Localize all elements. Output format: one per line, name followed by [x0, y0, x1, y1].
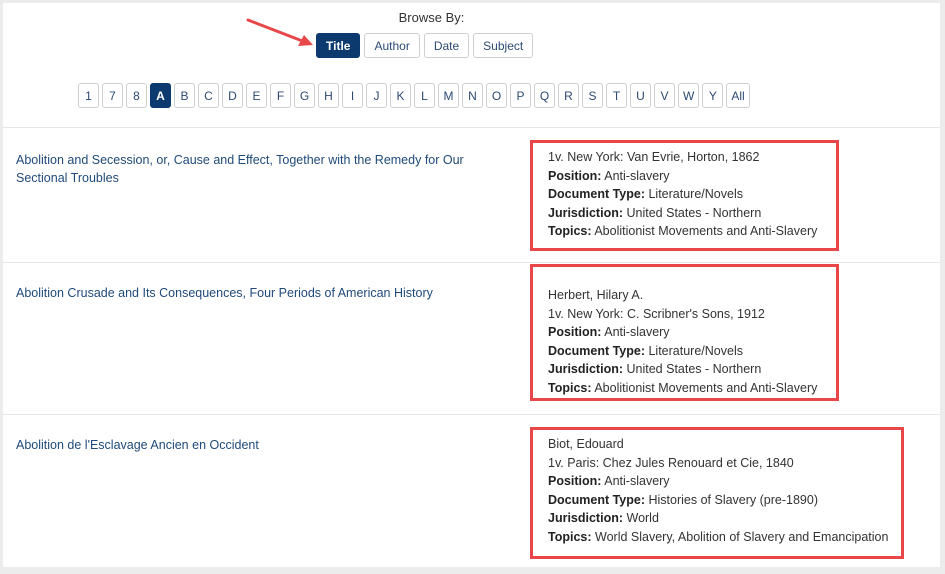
- letter-filter-7[interactable]: 7: [102, 83, 123, 108]
- letter-filter-i[interactable]: I: [342, 83, 363, 108]
- letter-filter-d[interactable]: D: [222, 83, 243, 108]
- document-type-label: Document Type:: [548, 343, 645, 358]
- letter-filter-h[interactable]: H: [318, 83, 339, 108]
- jurisdiction-label: Jurisdiction:: [548, 205, 624, 220]
- browse-title-button[interactable]: Title: [316, 33, 361, 58]
- jurisdiction-label: Jurisdiction:: [548, 362, 624, 376]
- result-title-link[interactable]: Abolition and Secession, or, Cause and E…: [16, 151, 496, 187]
- jurisdiction-value: United States - Northern: [626, 205, 762, 220]
- jurisdiction-field: Jurisdiction: United States - Northern: [548, 360, 836, 379]
- letter-filter-v[interactable]: V: [654, 83, 675, 108]
- result-title-link[interactable]: Abolition Crusade and Its Consequences, …: [16, 284, 496, 302]
- annotation-arrow-icon: [246, 18, 313, 46]
- letter-filter-1[interactable]: 1: [78, 83, 99, 108]
- result-title-link[interactable]: Abolition de l'Esclavage Ancien en Occid…: [16, 436, 496, 454]
- document-type-value: Histories of Slavery (pre-1890): [648, 492, 818, 507]
- document-type-label: Document Type:: [548, 187, 645, 201]
- publication: 1v. Paris: Chez Jules Renouard et Cie, 1…: [548, 455, 794, 470]
- letter-filter-p[interactable]: P: [510, 83, 531, 108]
- jurisdiction-value: United States - Northern: [626, 362, 762, 376]
- letter-filter-r[interactable]: R: [558, 83, 579, 108]
- position-field: Position: Anti-slavery: [548, 323, 836, 342]
- topics-value: World Slavery, Abolition of Slavery and …: [595, 529, 889, 544]
- jurisdiction-label: Jurisdiction:: [548, 511, 624, 525]
- position-field: Position: Anti-slavery: [548, 472, 901, 491]
- letter-filter-y[interactable]: Y: [702, 83, 724, 108]
- topics-value: Abolitionist Movements and Anti-Slavery: [594, 224, 818, 238]
- result-details: 1v. New York: Van Evrie, Horton, 1862 Po…: [530, 140, 839, 251]
- position-value: Anti-slavery: [604, 325, 670, 339]
- position-label: Position:: [548, 325, 602, 339]
- letter-filter-all[interactable]: All: [726, 83, 750, 108]
- topics-field: Topics: Abolitionist Movements and Anti-…: [548, 379, 836, 398]
- letter-filter-g[interactable]: G: [294, 83, 315, 108]
- document-type-value: Literature/Novels: [648, 187, 743, 201]
- letter-filter-n[interactable]: N: [462, 83, 483, 108]
- letter-filter-o[interactable]: O: [486, 83, 507, 108]
- result-details: Herbert, Hilary A. 1v. New York: C. Scri…: [530, 264, 839, 401]
- browse-subject-button[interactable]: Subject: [473, 33, 534, 58]
- position-value: Anti-slavery: [604, 474, 670, 488]
- letter-filter-a[interactable]: A: [150, 83, 171, 108]
- topics-field: Topics: World Slavery, Abolition of Slav…: [548, 528, 901, 547]
- position-label: Position:: [548, 474, 602, 488]
- jurisdiction-value: World: [626, 511, 659, 525]
- author: Herbert, Hilary A.: [548, 288, 644, 302]
- letter-filter-k[interactable]: K: [390, 83, 411, 108]
- document-type-field: Document Type: Literature/Novels: [548, 185, 836, 204]
- letter-filter-q[interactable]: Q: [534, 83, 555, 108]
- letter-filter-e[interactable]: E: [246, 83, 267, 108]
- letter-filter-b[interactable]: B: [174, 83, 195, 108]
- position-value: Anti-slavery: [604, 168, 670, 183]
- document-type-field: Document Type: Histories of Slavery (pre…: [548, 491, 901, 510]
- letter-filter-s[interactable]: S: [582, 83, 603, 108]
- letter-filter-m[interactable]: M: [438, 83, 459, 108]
- browse-by-toggle: Title Author Date Subject: [316, 33, 534, 58]
- topics-label: Topics:: [548, 380, 592, 395]
- letter-filter-t[interactable]: T: [606, 83, 627, 108]
- document-type-label: Document Type:: [548, 492, 645, 507]
- topics-label: Topics:: [548, 529, 592, 544]
- letter-filter-8[interactable]: 8: [126, 83, 147, 108]
- position-field: Position: Anti-slavery: [548, 167, 836, 186]
- letter-filter-u[interactable]: U: [630, 83, 651, 108]
- letter-filter-c[interactable]: C: [198, 83, 219, 108]
- browse-author-button[interactable]: Author: [364, 33, 420, 58]
- topics-value: Abolitionist Movements and Anti-Slavery: [594, 380, 818, 395]
- result-row: Abolition de l'Esclavage Ancien en Occid…: [3, 414, 940, 574]
- topics-field: Topics: Abolitionist Movements and Anti-…: [548, 222, 836, 241]
- letter-filter-f[interactable]: F: [270, 83, 291, 108]
- document-type-value: Literature/Novels: [648, 343, 743, 358]
- result-row: Abolition and Secession, or, Cause and E…: [3, 127, 940, 262]
- letter-filter-w[interactable]: W: [678, 83, 700, 108]
- publication: 1v. New York: Van Evrie, Horton, 1862: [548, 150, 760, 164]
- topics-label: Topics:: [548, 224, 592, 238]
- jurisdiction-field: Jurisdiction: World: [548, 509, 901, 528]
- alphabet-filter: 1 7 8 A B C D E F G H I J K L M N O P Q R S T U V W Y All: [78, 83, 750, 108]
- publication: 1v. New York: C. Scribner's Sons, 1912: [548, 306, 765, 321]
- results-list: Abolition and Secession, or, Cause and E…: [3, 127, 940, 574]
- jurisdiction-field: Jurisdiction: United States - Northern: [548, 204, 836, 223]
- browse-page: Browse By: Title Author Date Subject 178…: [3, 3, 940, 567]
- result-details: Biot, Edouard 1v. Paris: Chez Jules Reno…: [530, 427, 904, 559]
- result-row: Abolition Crusade and Its Consequences, …: [3, 262, 940, 414]
- document-type-field: Document Type: Literature/Novels: [548, 342, 836, 361]
- browse-date-button[interactable]: Date: [423, 33, 470, 58]
- position-label: Position:: [548, 168, 602, 183]
- author: Biot, Edouard: [548, 437, 624, 451]
- browse-by-label: Browse By:: [398, 10, 465, 25]
- letter-filter-l[interactable]: L: [414, 83, 435, 108]
- letter-filter-j[interactable]: J: [366, 83, 387, 108]
